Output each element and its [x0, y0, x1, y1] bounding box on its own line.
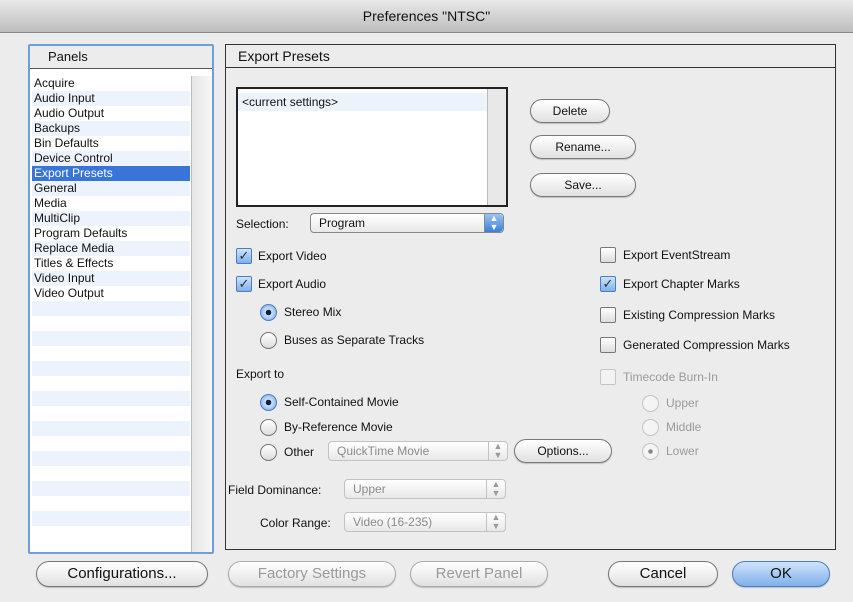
sidebar-item[interactable]: General: [32, 181, 190, 196]
delete-button[interactable]: Delete: [530, 99, 610, 123]
position-upper-label: Upper: [666, 396, 699, 410]
panels-list-container: Panels Acquire Audio Input Audio Output Bac…: [28, 44, 214, 554]
sidebar-item[interactable]: Media: [32, 196, 190, 211]
list-filler-row: [32, 331, 190, 346]
export-presets-header: Export Presets: [226, 45, 835, 68]
sidebar-item[interactable]: Titles & Effects: [32, 256, 190, 271]
sidebar-item[interactable]: Bin Defaults: [32, 136, 190, 151]
selection-value: Program: [319, 216, 366, 230]
selection-popup[interactable]: Program ▲ ▼: [310, 213, 504, 233]
position-lower-label: Lower: [666, 444, 699, 458]
popup-arrows-icon: ▲ ▼: [486, 513, 505, 531]
export-audio-label: Export Audio: [258, 277, 327, 291]
list-filler-row: [32, 361, 190, 376]
sidebar-item[interactable]: Replace Media: [32, 241, 190, 256]
sidebar-item[interactable]: Audio Input: [32, 91, 190, 106]
self-contained-radio[interactable]: [260, 394, 277, 411]
export-chapter-marks-label: Export Chapter Marks: [623, 277, 740, 291]
other-radio[interactable]: [260, 444, 277, 461]
existing-compression-checkbox[interactable]: [600, 307, 616, 323]
buses-label: Buses as Separate Tracks: [284, 333, 425, 347]
list-filler-row: [32, 406, 190, 421]
sidebar-item[interactable]: Video Output: [32, 286, 190, 301]
field-dominance-label: Field Dominance:: [228, 483, 322, 497]
window-title: Preferences "NTSC": [0, 0, 853, 33]
export-chapter-marks-checkbox[interactable]: ✓: [600, 276, 616, 292]
factory-settings-button[interactable]: Factory Settings: [228, 561, 396, 587]
panels-list[interactable]: Acquire Audio Input Audio Output Backups Bin…: [32, 76, 190, 548]
presets-list[interactable]: <current settings>: [236, 87, 508, 207]
list-filler-row: [32, 481, 190, 496]
other-label: Other: [284, 445, 315, 459]
popup-arrows-icon: ▲ ▼: [484, 214, 503, 232]
list-filler-row: [32, 316, 190, 331]
existing-compression-label: Existing Compression Marks: [623, 308, 776, 322]
save-button[interactable]: Save...: [530, 173, 636, 197]
presets-scrollbar[interactable]: [487, 89, 506, 205]
generated-compression-label: Generated Compression Marks: [623, 338, 790, 352]
popup-arrows-icon: ▲ ▼: [488, 442, 507, 460]
position-middle-label: Middle: [666, 420, 702, 434]
list-filler-row: [32, 466, 190, 481]
panels-header: Panels: [30, 46, 212, 69]
sidebar-item[interactable]: Device Control: [32, 151, 190, 166]
export-audio-checkbox[interactable]: ✓: [236, 276, 252, 292]
list-filler-row: [32, 526, 190, 541]
panels-scrollbar[interactable]: [191, 76, 212, 552]
options-button[interactable]: Options...: [514, 439, 612, 463]
position-upper-radio[interactable]: [642, 395, 659, 412]
other-format-popup[interactable]: QuickTime Movie ▲ ▼: [328, 441, 508, 461]
list-filler-row: [32, 496, 190, 511]
cancel-button[interactable]: Cancel: [608, 561, 718, 587]
popup-arrows-icon: ▲ ▼: [486, 480, 505, 498]
stereo-mix-label: Stereo Mix: [284, 305, 342, 319]
export-to-label: Export to: [236, 367, 285, 381]
sidebar-item[interactable]: MultiClip: [32, 211, 190, 226]
export-video-checkbox[interactable]: ✓: [236, 248, 252, 264]
color-range-popup[interactable]: Video (16-235) ▲ ▼: [344, 512, 506, 532]
by-reference-label: By-Reference Movie: [284, 420, 393, 434]
timecode-burn-checkbox[interactable]: [600, 369, 616, 385]
list-filler-row: [32, 391, 190, 406]
other-format-value: QuickTime Movie: [337, 444, 430, 458]
field-dominance-value: Upper: [353, 482, 386, 496]
timecode-burn-label: Timecode Burn-In: [623, 370, 718, 384]
self-contained-label: Self-Contained Movie: [284, 395, 399, 409]
ok-button[interactable]: OK: [732, 561, 830, 587]
list-filler-row: [32, 301, 190, 316]
field-dominance-popup[interactable]: Upper ▲ ▼: [344, 479, 506, 499]
list-filler-row: [32, 511, 190, 526]
list-filler-row: [32, 376, 190, 391]
sidebar-item[interactable]: Backups: [32, 121, 190, 136]
sidebar-item[interactable]: Acquire: [32, 76, 190, 91]
stereo-mix-radio[interactable]: [260, 304, 277, 321]
preset-item[interactable]: <current settings>: [238, 93, 506, 111]
export-presets-panel: Export Presets <current settings> Delete…: [225, 44, 836, 550]
sidebar-item[interactable]: Audio Output: [32, 106, 190, 121]
position-middle-radio[interactable]: [642, 419, 659, 436]
export-eventstream-checkbox[interactable]: [600, 247, 616, 263]
color-range-value: Video (16-235): [353, 515, 433, 529]
list-filler-row: [32, 451, 190, 466]
export-video-label: Export Video: [258, 249, 327, 263]
list-filler-row: [32, 346, 190, 361]
by-reference-radio[interactable]: [260, 419, 277, 436]
sidebar-item[interactable]: Program Defaults: [32, 226, 190, 241]
export-eventstream-label: Export EventStream: [623, 248, 731, 262]
configurations-button[interactable]: Configurations...: [36, 561, 208, 587]
color-range-label: Color Range:: [260, 516, 331, 530]
buses-radio[interactable]: [260, 332, 277, 349]
sidebar-item[interactable]: Export Presets: [32, 166, 190, 181]
list-filler-row: [32, 421, 190, 436]
generated-compression-checkbox[interactable]: [600, 337, 616, 353]
revert-panel-button[interactable]: Revert Panel: [410, 561, 548, 587]
sidebar-item[interactable]: Video Input: [32, 271, 190, 286]
position-lower-radio[interactable]: [642, 443, 659, 460]
selection-label: Selection:: [236, 217, 289, 231]
rename-button[interactable]: Rename...: [530, 135, 636, 159]
list-filler-row: [32, 436, 190, 451]
